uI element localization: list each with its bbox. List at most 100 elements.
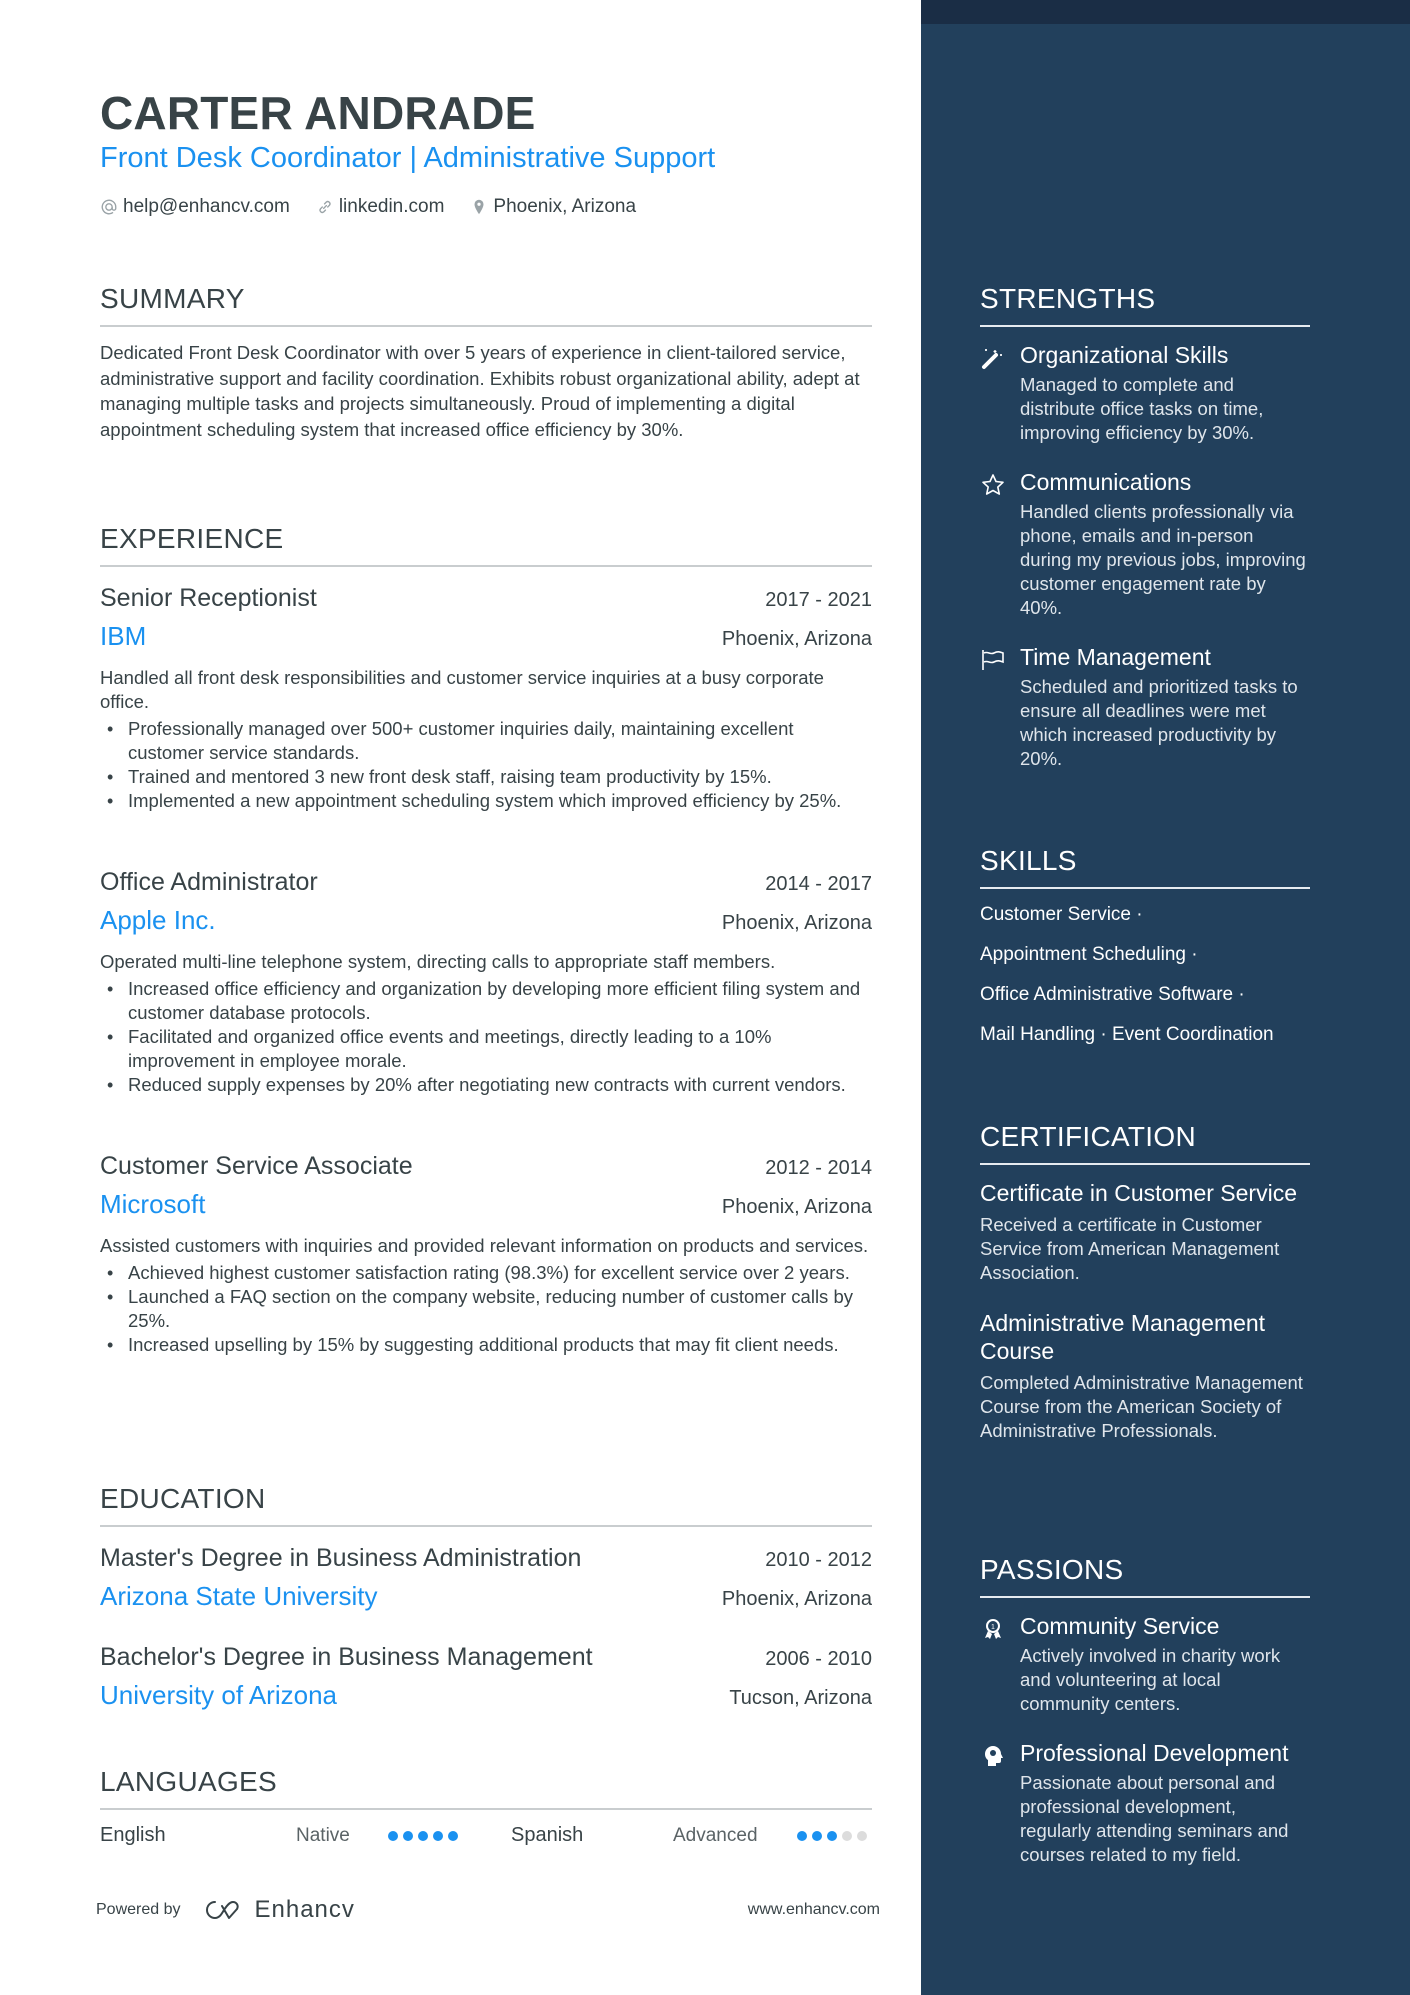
section-heading: SKILLS [980, 845, 1310, 889]
enhancv-logo[interactable]: Enhancv [201, 1896, 355, 1924]
section-heading: EXPERIENCE [100, 523, 872, 567]
strength-description: Scheduled and prioritized tasks to ensur… [1020, 676, 1298, 769]
enhancv-logo-icon [205, 1901, 239, 1919]
job-dates: 2014 - 2017 [765, 873, 872, 895]
contact-linkedin[interactable]: linkedin.com [316, 196, 445, 218]
skill-line: Office Administrative Software · [980, 984, 1245, 1005]
section-heading: SUMMARY [100, 283, 872, 327]
job-bullets: Increased office efficiency and organiza… [100, 977, 872, 1097]
job-bullets: Professionally managed over 500+ custome… [100, 717, 872, 813]
at-icon [101, 199, 117, 215]
bullet-item: Reduced supply expenses by 20% after neg… [100, 1073, 872, 1097]
contact-email[interactable]: help@enhancv.com [100, 196, 290, 218]
edu-dates: 2010 - 2012 [765, 1549, 872, 1571]
language-level: Advanced [673, 1824, 758, 1846]
job-role: Office Administrator [100, 868, 318, 896]
job-dates: 2017 - 2021 [765, 589, 872, 611]
linkedin-text: linkedin.com [338, 196, 445, 217]
passions-section: PASSIONS 1 Community Service Actively in… [980, 1554, 1310, 1867]
rating-dot-filled [433, 1830, 443, 1841]
languages-section: LANGUAGES English Native Spanish Advance… [100, 1766, 872, 1847]
section-heading: CERTIFICATION [980, 1121, 1310, 1165]
job-dates: 2012 - 2014 [765, 1157, 872, 1179]
magic-wand-icon [982, 349, 1002, 369]
rating-dot-filled [418, 1830, 428, 1841]
bullet-item: Increased upselling by 15% by suggesting… [100, 1333, 872, 1357]
school: University of Arizona [100, 1680, 337, 1710]
sidebar-top-bar [921, 0, 1410, 24]
language-name: Spanish [511, 1824, 584, 1846]
contact-info: help@enhancv.com linkedin.com Phoenix, A… [100, 196, 636, 218]
job-location: Phoenix, Arizona [721, 1196, 872, 1218]
degree: Bachelor's Degree in Business Management [100, 1643, 593, 1671]
strength-item: Organizational Skills Managed to complet… [980, 341, 1310, 445]
job-description: Handled all front desk responsibilities … [100, 667, 824, 712]
main-column: CARTER ANDRADE Front Desk Coordinator | … [0, 0, 921, 1995]
passion-description: Passionate about personal and profession… [1020, 1772, 1289, 1865]
skills-section: SKILLS Customer Service · Appointment Sc… [980, 845, 1310, 1047]
section-heading: PASSIONS [980, 1554, 1310, 1598]
star-icon [982, 474, 1004, 495]
experience-entry: Senior Receptionist 2017 - 2021 IBM Phoeni… [100, 584, 872, 813]
passion-title: Community Service [1020, 1613, 1220, 1639]
certification-item: Certificate in Customer Service Received… [980, 1179, 1310, 1285]
strength-item: Communications Handled clients professio… [980, 468, 1310, 620]
job-company: Microsoft [100, 1189, 206, 1219]
experience-entry: Customer Service Associate 2012 - 2014 Mi… [100, 1152, 872, 1357]
job-description: Assisted customers with inquiries and pr… [100, 1235, 869, 1256]
education-entry: Master's Degree in Business Administrati… [100, 1544, 872, 1612]
education-entry: Bachelor's Degree in Business Management… [100, 1643, 872, 1711]
bullet-item: Achieved highest customer satisfaction r… [100, 1261, 872, 1285]
bullet-item: Professionally managed over 500+ custome… [100, 717, 872, 765]
bullet-item: Implemented a new appointment scheduling… [100, 789, 872, 813]
rating-dot-filled [797, 1830, 807, 1841]
job-role: Senior Receptionist [100, 584, 317, 612]
strength-description: Managed to complete and distribute offic… [1020, 374, 1264, 443]
strength-description: Handled clients professionally via phone… [1020, 501, 1306, 618]
skill-line: Mail Handling · Event Coordination [980, 1024, 1274, 1045]
candidate-name: CARTER ANDRADE [100, 87, 536, 139]
candidate-title: Front Desk Coordinator | Administrative … [100, 142, 716, 174]
edu-dates: 2006 - 2010 [765, 1648, 872, 1670]
powered-by-label: Powered by [96, 1901, 181, 1918]
experience-section: EXPERIENCE [100, 523, 872, 567]
strength-title: Time Management [1020, 644, 1211, 670]
brand-name: Enhancv [254, 1896, 355, 1923]
footer-url[interactable]: www.enhancv.com [748, 1901, 880, 1919]
strength-item: Time Management Scheduled and prioritize… [980, 643, 1310, 771]
strength-title: Organizational Skills [1020, 342, 1229, 368]
languages-row: English Native Spanish Advanced [100, 1824, 872, 1847]
job-bullets: Achieved highest customer satisfaction r… [100, 1261, 872, 1357]
skill-line: Customer Service · [980, 904, 1143, 925]
rating-dot-filled [812, 1830, 822, 1841]
passion-title: Professional Development [1020, 1740, 1289, 1766]
edu-location: Phoenix, Arizona [721, 1588, 872, 1610]
experience-entry: Office Administrator 2014 - 2017 Apple In… [100, 868, 872, 1097]
bullet-item: Facilitated and organized office events … [100, 1025, 872, 1073]
degree: Master's Degree in Business Administrati… [100, 1544, 582, 1572]
rating-dot-empty [857, 1830, 867, 1841]
rating-dot-filled [403, 1830, 413, 1841]
certification-description: Received a certificate in Customer Servi… [980, 1214, 1280, 1283]
award-ribbon-icon: 1 [985, 1619, 1001, 1639]
bullet-item: Launched a FAQ section on the company we… [100, 1285, 872, 1333]
education-section: EDUCATION [100, 1483, 872, 1527]
contact-location: Phoenix, Arizona [470, 196, 636, 218]
bullet-item: Increased office efficiency and organiza… [100, 977, 872, 1025]
language-level: Native [296, 1824, 350, 1846]
link-icon [319, 200, 331, 214]
certification-section: CERTIFICATION Certificate in Customer Se… [980, 1121, 1310, 1443]
language-rating [388, 1830, 511, 1841]
location-text: Phoenix, Arizona [493, 196, 637, 217]
head-profile-icon [985, 1746, 1003, 1766]
powered-by: Powered by Enhancv [96, 1896, 355, 1924]
edu-location: Tucson, Arizona [729, 1687, 872, 1709]
section-heading: LANGUAGES [100, 1766, 872, 1810]
job-location: Phoenix, Arizona [721, 628, 872, 650]
strengths-section: STRENGTHS Organizational Skills Managed … [980, 283, 1310, 771]
job-company: Apple Inc. [100, 905, 216, 935]
language-name: English [100, 1824, 166, 1846]
rating-dot-filled [827, 1830, 837, 1841]
bullet-item: Trained and mentored 3 new front desk st… [100, 765, 872, 789]
certification-description: Completed Administrative Management Cour… [980, 1372, 1303, 1441]
